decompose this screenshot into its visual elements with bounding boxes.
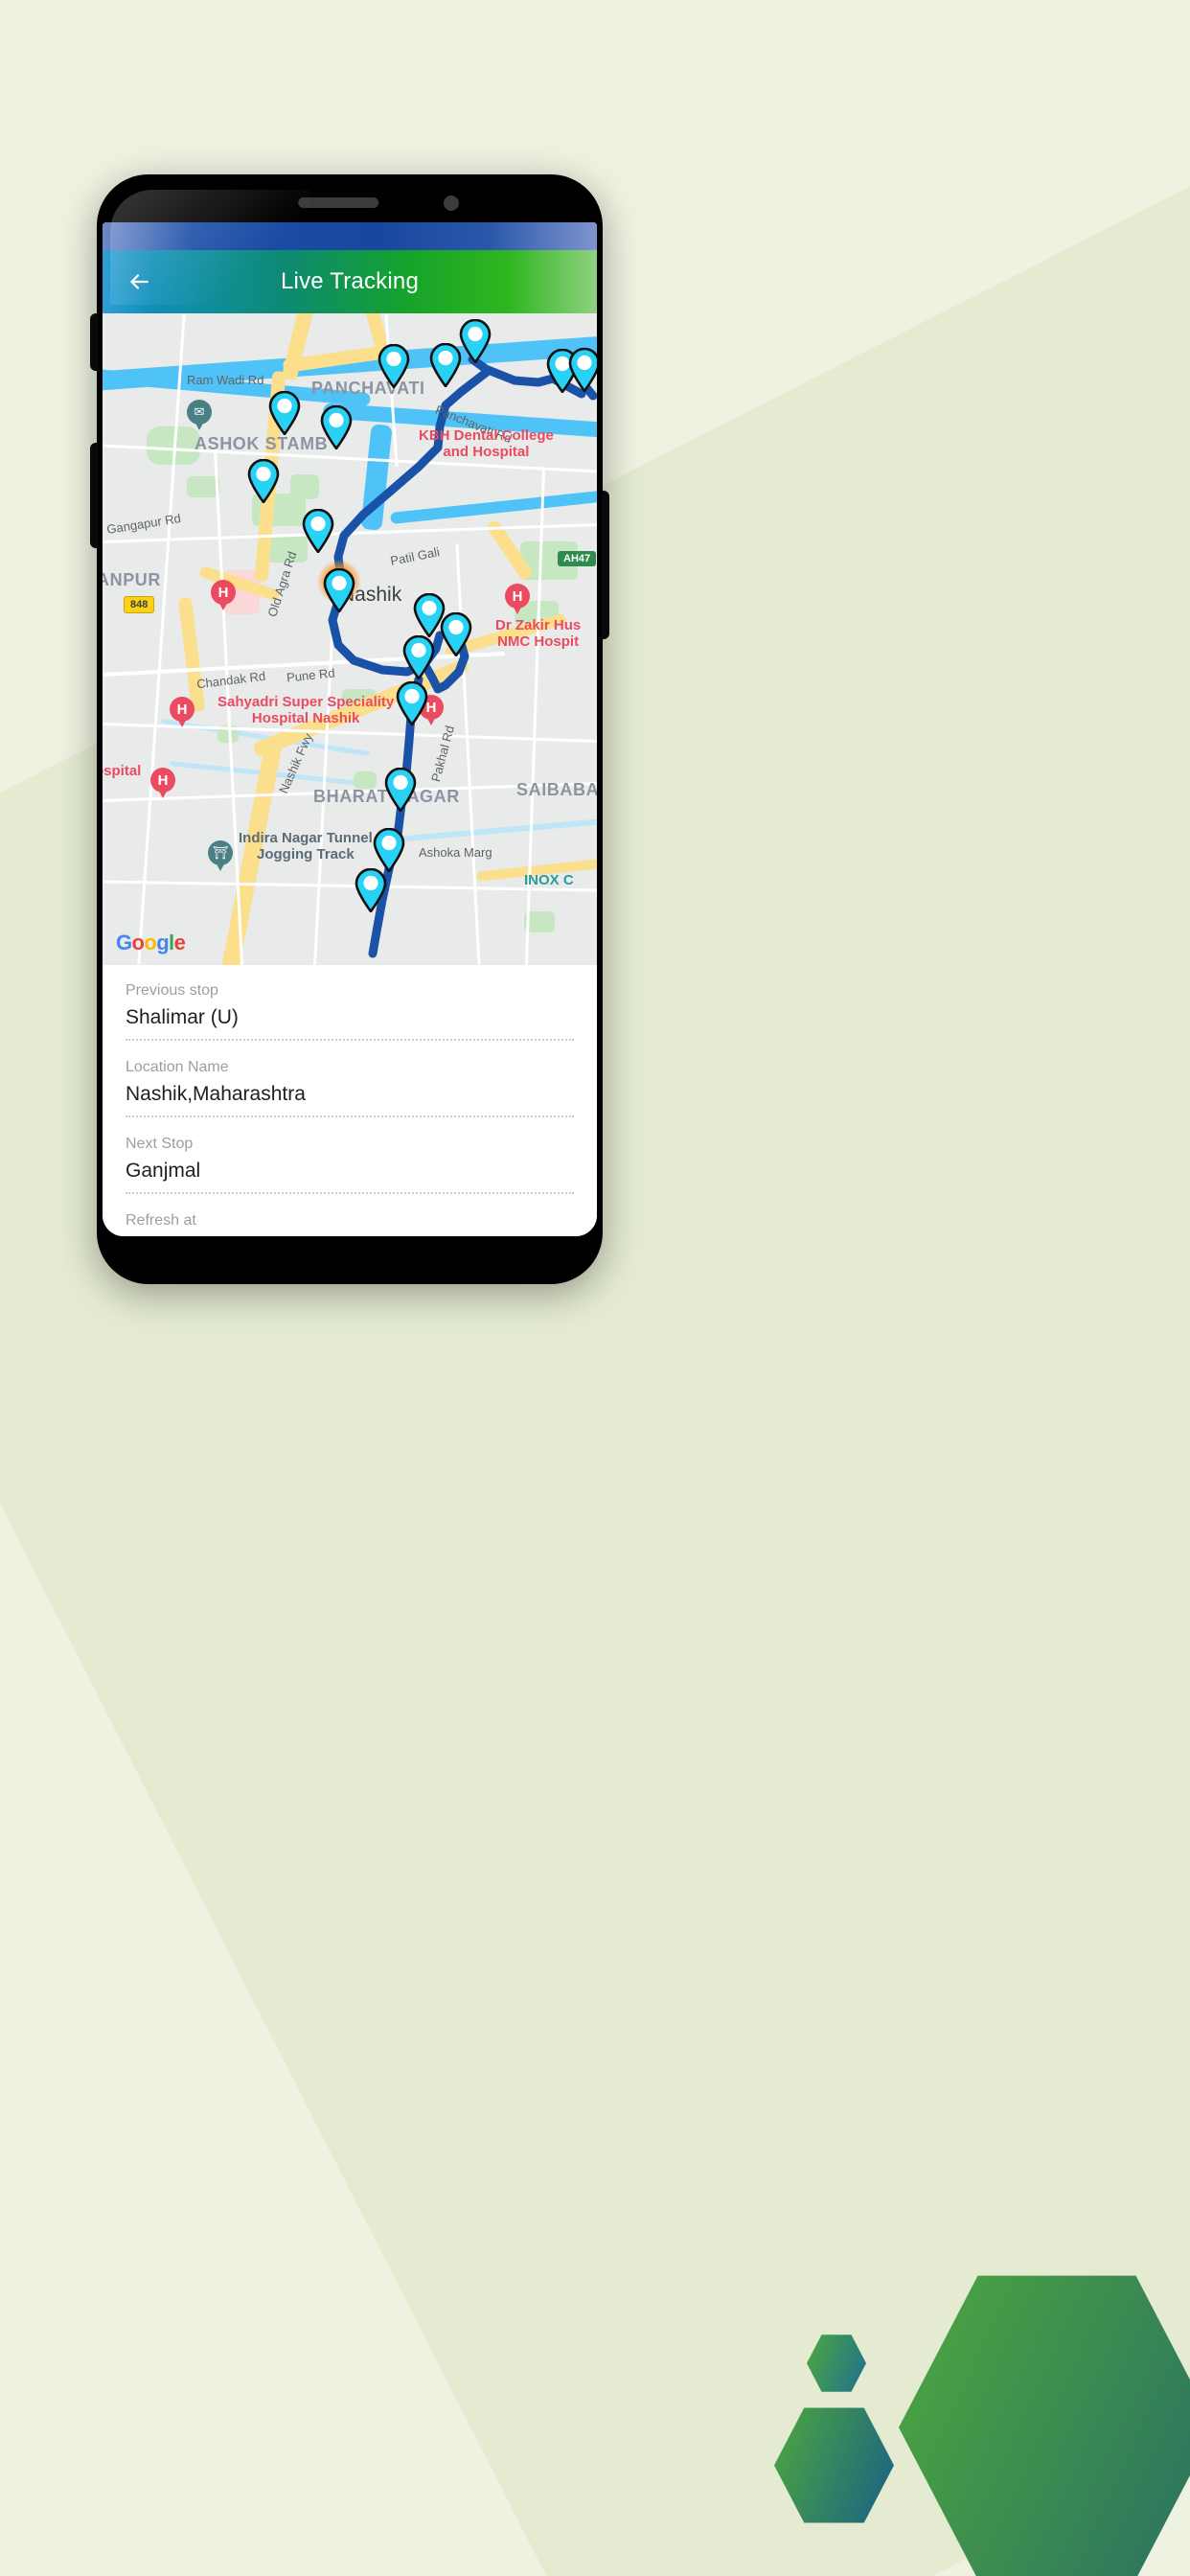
- field-divider: [126, 1116, 574, 1117]
- bus-stop-marker[interactable]: [373, 828, 405, 872]
- highway-shield: AH47: [558, 551, 597, 566]
- current-bus-marker[interactable]: [323, 568, 355, 612]
- hospital-pin-icon: H: [170, 697, 195, 729]
- field-divider: [126, 1039, 574, 1041]
- poi-pin-icon: ⛩: [208, 840, 233, 873]
- detail-field: Next Stop Ganjmal: [126, 1136, 574, 1212]
- bus-stop-marker[interactable]: [384, 768, 417, 812]
- detail-field: Previous stop Shalimar (U): [126, 982, 574, 1059]
- google-logo: Google: [116, 931, 186, 954]
- earpiece-speaker: [298, 197, 379, 208]
- bus-stop-marker[interactable]: [302, 509, 334, 553]
- detail-field-label: Previous stop: [126, 982, 218, 999]
- bus-stop-marker[interactable]: [459, 319, 492, 363]
- back-button[interactable]: [120, 263, 158, 301]
- detail-field-value: Shalimar (U): [126, 1006, 239, 1028]
- front-camera: [444, 196, 459, 211]
- detail-field-label: Refresh at: [126, 1212, 196, 1229]
- hospital-pin-icon: H: [211, 580, 236, 612]
- app-bar: Live Tracking: [103, 250, 597, 313]
- bus-stop-marker[interactable]: [355, 868, 387, 912]
- bus-stop-marker[interactable]: [402, 635, 435, 679]
- page-root: Live Tracking Ram Wadi Rd Gangapur Rd Pa…: [0, 0, 1190, 2576]
- field-divider: [126, 1192, 574, 1194]
- hospital-pin-icon: H: [150, 768, 175, 800]
- bus-stop-marker[interactable]: [320, 405, 353, 449]
- bus-stop-marker[interactable]: [568, 348, 597, 392]
- detail-field-value: Nashik,Maharashtra: [126, 1083, 306, 1105]
- volume-down-button[interactable]: [90, 443, 98, 548]
- decorative-hexagon-medium: [774, 2405, 894, 2525]
- page-title: Live Tracking: [281, 268, 419, 294]
- status-bar: [103, 222, 597, 250]
- decorative-hexagon-small: [807, 2334, 866, 2393]
- detail-field-value: Ganjmal: [126, 1160, 201, 1182]
- arrow-left-icon: [130, 274, 149, 289]
- hospital-pin-icon: H: [505, 584, 530, 616]
- volume-up-button[interactable]: [90, 313, 98, 371]
- live-tracking-map[interactable]: Ram Wadi Rd Gangapur Rd Panchavati Rd Old A…: [103, 313, 597, 965]
- bus-stop-marker[interactable]: [440, 612, 472, 656]
- detail-field-label: Location Name: [126, 1059, 229, 1075]
- phone-screen: Live Tracking Ram Wadi Rd Gangapur Rd Pa…: [103, 222, 597, 1236]
- decorative-hexagon-large: [899, 2269, 1190, 2576]
- bus-stop-marker[interactable]: [268, 391, 301, 435]
- bus-stop-marker[interactable]: [247, 459, 280, 503]
- trip-details-panel: Previous stop Shalimar (U) Location Name Na…: [103, 965, 597, 1236]
- power-button[interactable]: [602, 491, 609, 639]
- poi-pin-icon: ✉: [187, 400, 212, 432]
- highway-shield: 848: [124, 596, 155, 613]
- detail-field: Location Name Nashik,Maharashtra: [126, 1059, 574, 1136]
- detail-field-label: Next Stop: [126, 1136, 194, 1152]
- bus-stop-marker[interactable]: [378, 344, 410, 388]
- phone-device-frame: Live Tracking Ram Wadi Rd Gangapur Rd Pa…: [90, 174, 609, 1284]
- bus-stop-marker[interactable]: [429, 343, 462, 387]
- detail-field: Refresh at10-01-2021 01:28:53: [126, 1212, 574, 1236]
